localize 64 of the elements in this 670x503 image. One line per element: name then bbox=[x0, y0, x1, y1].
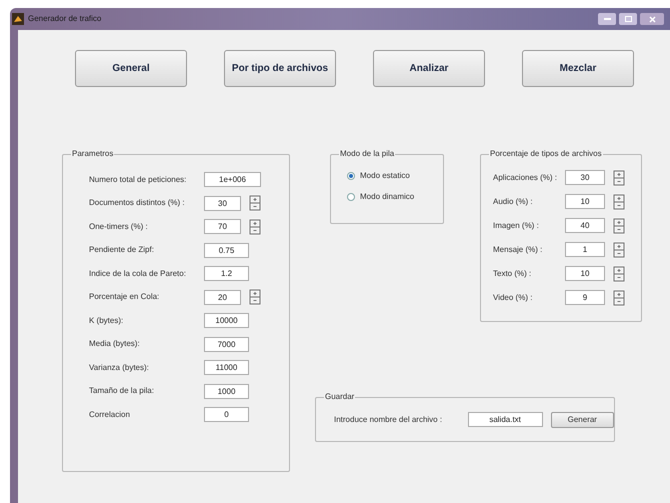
field-label: Tamaño de la pila: bbox=[89, 385, 155, 397]
spinner-icon[interactable] bbox=[613, 266, 625, 282]
main-button[interactable]: General bbox=[75, 50, 187, 87]
input-field[interactable]: 10 bbox=[565, 266, 605, 281]
group-title: Porcentaje de tipos de archivos bbox=[489, 149, 603, 159]
input-field[interactable]: 40 bbox=[565, 218, 605, 233]
field-label: Audio (%) : bbox=[493, 196, 534, 208]
radio-label: Modo dinamico bbox=[360, 191, 414, 203]
input-field[interactable]: 10 bbox=[565, 194, 605, 209]
input-field[interactable]: 1.2 bbox=[204, 266, 249, 281]
field-label: Aplicaciones (%) : bbox=[493, 172, 558, 184]
field-label: Imagen (%) : bbox=[493, 220, 540, 232]
app-logo-icon bbox=[12, 13, 24, 25]
input-field[interactable]: 10000 bbox=[204, 313, 249, 328]
close-icon bbox=[648, 16, 656, 22]
group-title: Parametros bbox=[71, 149, 114, 159]
input-field[interactable]: 7000 bbox=[204, 336, 249, 352]
input-field[interactable]: 0 bbox=[204, 407, 249, 422]
spinner-icon[interactable] bbox=[249, 289, 261, 305]
input-field[interactable]: 1000 bbox=[204, 384, 249, 398]
input-field[interactable]: salida.txt bbox=[468, 412, 543, 427]
radio-button[interactable] bbox=[347, 193, 355, 201]
input-field[interactable]: 1 bbox=[565, 242, 605, 257]
main-button[interactable]: Mezclar bbox=[522, 50, 634, 87]
field-label: Indice de la cola de Pareto: bbox=[89, 268, 187, 280]
field-label: Mensaje (%) : bbox=[493, 244, 544, 256]
field-label: Porcentaje en Cola: bbox=[89, 291, 160, 303]
field-label: One-timers (%) : bbox=[89, 220, 149, 232]
field-label: Varianza (bytes): bbox=[89, 362, 150, 374]
minimize-button[interactable] bbox=[598, 13, 616, 25]
spinner-icon[interactable] bbox=[613, 242, 625, 258]
field-label: Pendiente de Zipf: bbox=[89, 244, 155, 256]
main-button[interactable]: Por tipo de archivos bbox=[224, 50, 336, 87]
field-label: Introduce nombre del archivo : bbox=[334, 414, 444, 426]
input-field[interactable]: 9 bbox=[565, 290, 605, 305]
field-label: Numero total de peticiones: bbox=[89, 174, 188, 186]
field-label: K (bytes): bbox=[89, 314, 124, 326]
spinner-icon[interactable] bbox=[613, 290, 625, 306]
radio-label: Modo estatico bbox=[360, 170, 410, 182]
input-field[interactable]: 20 bbox=[204, 290, 241, 304]
field-label: Documentos distintos (%) : bbox=[89, 197, 186, 209]
maximize-button[interactable] bbox=[619, 13, 637, 25]
field-label: Texto (%) : bbox=[493, 268, 532, 280]
generate-button[interactable]: Generar bbox=[550, 412, 614, 428]
field-label: Correlacion bbox=[89, 408, 131, 420]
group-title: Guardar bbox=[324, 392, 356, 402]
window-title: Generador de trafico bbox=[28, 13, 102, 25]
spinner-icon[interactable] bbox=[613, 194, 625, 210]
radio-button[interactable] bbox=[347, 172, 355, 180]
field-label: Video (%) : bbox=[493, 292, 534, 304]
main-button[interactable]: Analizar bbox=[373, 50, 485, 87]
field-label: Media (bytes): bbox=[89, 338, 141, 350]
spinner-icon[interactable] bbox=[249, 218, 261, 234]
group-title: Modo de la pila bbox=[339, 149, 396, 159]
spinner-icon[interactable] bbox=[613, 218, 625, 234]
input-field[interactable]: 30 bbox=[565, 170, 605, 185]
spinner-icon[interactable] bbox=[249, 195, 261, 211]
input-field[interactable]: 70 bbox=[204, 219, 241, 234]
input-field[interactable]: 1e+006 bbox=[204, 172, 261, 187]
input-field[interactable]: 0.75 bbox=[204, 242, 249, 258]
input-field[interactable]: 11000 bbox=[204, 360, 249, 375]
close-button[interactable] bbox=[640, 13, 664, 25]
input-field[interactable]: 30 bbox=[204, 196, 241, 210]
spinner-icon[interactable] bbox=[613, 170, 625, 186]
